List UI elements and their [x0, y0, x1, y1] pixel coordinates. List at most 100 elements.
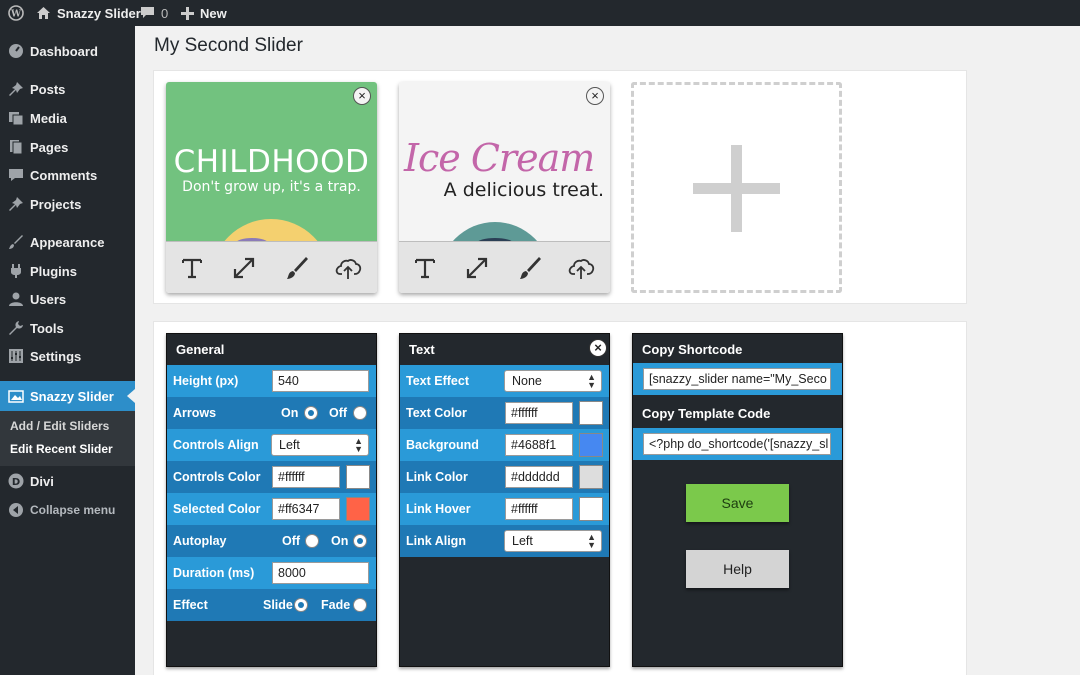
- upload-tool-icon[interactable]: [334, 254, 362, 282]
- comments-link[interactable]: 0: [140, 0, 168, 26]
- sidebar-item-projects[interactable]: Projects: [0, 191, 135, 217]
- background-color-swatch[interactable]: [579, 433, 603, 457]
- height-row: Height (px) 540: [167, 365, 376, 397]
- sidebar-item-posts[interactable]: Posts: [0, 76, 135, 102]
- remove-slide-button[interactable]: ×: [586, 87, 604, 105]
- site-name-link[interactable]: Snazzy Slider: [36, 0, 141, 26]
- controls-color-input[interactable]: #ffffff: [272, 466, 340, 488]
- submenu-add-edit-sliders[interactable]: Add / Edit Sliders: [10, 419, 109, 433]
- pin-icon: [9, 197, 23, 211]
- link-color-input[interactable]: #dddddd: [505, 466, 573, 488]
- sidebar-item-users[interactable]: Users: [0, 286, 135, 312]
- link-hover-swatch[interactable]: [579, 497, 603, 521]
- link-hover-input[interactable]: #ffffff: [505, 498, 573, 520]
- selected-color-label: Selected Color: [173, 502, 261, 516]
- sidebar-item-pages[interactable]: Pages: [0, 134, 135, 160]
- arrows-off-radio[interactable]: [353, 406, 367, 420]
- template-code-input[interactable]: <?php do_shortcode('[snazzy_sl: [643, 433, 831, 455]
- slide-card[interactable]: CHILDHOOD Don't grow up, it's a trap. ×: [166, 82, 377, 293]
- controls-color-swatch[interactable]: [346, 465, 370, 489]
- autoplay-on-radio[interactable]: [353, 534, 367, 548]
- new-content-link[interactable]: New: [181, 0, 227, 26]
- wordpress-logo-icon[interactable]: W: [8, 0, 24, 26]
- arrows-off-label: Off: [329, 406, 348, 420]
- slide-card[interactable]: Ice Cream A delicious treat. ×: [399, 82, 610, 293]
- sidebar-item-label: Appearance: [30, 235, 105, 250]
- sidebar-item-label: Comments: [30, 168, 98, 183]
- resize-tool-icon[interactable]: [230, 254, 258, 282]
- text-effect-select[interactable]: None ▲ ▼: [504, 370, 602, 392]
- pages-icon: [10, 140, 23, 155]
- slide-thumbnail: Ice Cream A delicious treat.: [399, 82, 610, 241]
- sidebar-item-comments[interactable]: Comments: [0, 162, 135, 188]
- autoplay-off-radio[interactable]: [305, 534, 319, 548]
- general-settings-panel: General Height (px) 540 Arrows On Off Co…: [166, 333, 377, 667]
- sidebar-item-label: Posts: [30, 82, 66, 97]
- select-caret-icon: ▲ ▼: [587, 372, 596, 390]
- arrows-row: Arrows On Off: [167, 397, 376, 429]
- sidebar-item-label: Snazzy Slider: [30, 389, 114, 404]
- plug-icon: [11, 264, 21, 278]
- sidebar-item-label: Pages: [30, 140, 69, 155]
- close-text-panel-button[interactable]: ×: [589, 339, 607, 357]
- text-effect-label: Text Effect: [406, 374, 469, 388]
- text-color-input[interactable]: #ffffff: [505, 402, 573, 424]
- general-header: General: [167, 334, 378, 363]
- effect-fade-radio[interactable]: [353, 598, 367, 612]
- add-slide-button[interactable]: [631, 82, 842, 293]
- height-input[interactable]: 540: [272, 370, 369, 392]
- brush-tool-icon[interactable]: [516, 254, 544, 282]
- brush-tool-icon[interactable]: [283, 254, 311, 282]
- save-button[interactable]: Save: [686, 484, 789, 522]
- remove-slide-button[interactable]: ×: [353, 87, 371, 105]
- sidebar-item-plugins[interactable]: Plugins: [0, 258, 135, 284]
- text-color-swatch[interactable]: [579, 401, 603, 425]
- effect-slide-radio[interactable]: [294, 598, 308, 612]
- duration-input[interactable]: 8000: [272, 562, 369, 584]
- copy-code-panel: Copy Shortcode [snazzy_slider name="My_S…: [632, 333, 843, 667]
- sidebar-item-media[interactable]: Media: [0, 105, 135, 131]
- sidebar-item-tools[interactable]: Tools: [0, 315, 135, 341]
- page-title: My Second Slider: [154, 35, 303, 56]
- brush-icon: [9, 235, 23, 249]
- link-align-select[interactable]: Left ▲ ▼: [504, 530, 602, 552]
- collapse-menu-button[interactable]: Collapse menu: [0, 497, 135, 523]
- background-row: Background #4688f1: [400, 429, 609, 461]
- resize-tool-icon[interactable]: [463, 254, 491, 282]
- sidebar-item-settings[interactable]: Settings: [0, 343, 135, 369]
- link-align-row: Link Align Left ▲ ▼: [400, 525, 609, 557]
- arrows-on-radio[interactable]: [304, 406, 318, 420]
- sidebar-item-divi[interactable]: D Divi: [0, 468, 135, 494]
- selected-color-input[interactable]: #ff6347: [272, 498, 340, 520]
- controls-align-select[interactable]: Left ▲ ▼: [271, 434, 369, 456]
- slide-subtitle: A delicious treat.: [443, 179, 604, 201]
- sidebar-item-snazzy-slider[interactable]: Snazzy Slider: [0, 381, 135, 411]
- help-button[interactable]: Help: [686, 550, 789, 588]
- svg-text:D: D: [12, 477, 20, 488]
- text-tool-icon[interactable]: [411, 254, 439, 282]
- new-label: New: [200, 5, 227, 21]
- slide-toolbar: [399, 241, 610, 293]
- admin-sidebar: Dashboard Posts Media Pages Comments Pro…: [0, 26, 135, 675]
- svg-text:W: W: [10, 10, 22, 20]
- upload-tool-icon[interactable]: [567, 254, 595, 282]
- sidebar-item-dashboard[interactable]: Dashboard: [0, 38, 135, 64]
- sidebar-item-label: Divi: [30, 474, 54, 489]
- submenu-edit-recent-slider[interactable]: Edit Recent Slider: [10, 442, 113, 456]
- admin-bar: W Snazzy Slider 0 New: [0, 0, 1080, 26]
- sidebar-item-label: Projects: [30, 197, 82, 212]
- sidebar-item-appearance[interactable]: Appearance: [0, 229, 135, 255]
- selected-color-swatch[interactable]: [346, 497, 370, 521]
- autoplay-row: Autoplay Off On: [167, 525, 376, 557]
- link-align-value: Left: [512, 534, 533, 548]
- text-tool-icon[interactable]: [178, 254, 206, 282]
- background-color-input[interactable]: #4688f1: [505, 434, 573, 456]
- link-align-label: Link Align: [406, 534, 466, 548]
- pin-icon: [9, 82, 23, 96]
- wrench-icon: [9, 321, 23, 335]
- shortcode-input[interactable]: [snazzy_slider name="My_Seco: [643, 368, 831, 390]
- effect-slide-label: Slide: [263, 598, 293, 612]
- shortcode-row: [snazzy_slider name="My_Seco: [633, 363, 842, 395]
- link-color-swatch[interactable]: [579, 465, 603, 489]
- autoplay-off-label: Off: [282, 534, 301, 548]
